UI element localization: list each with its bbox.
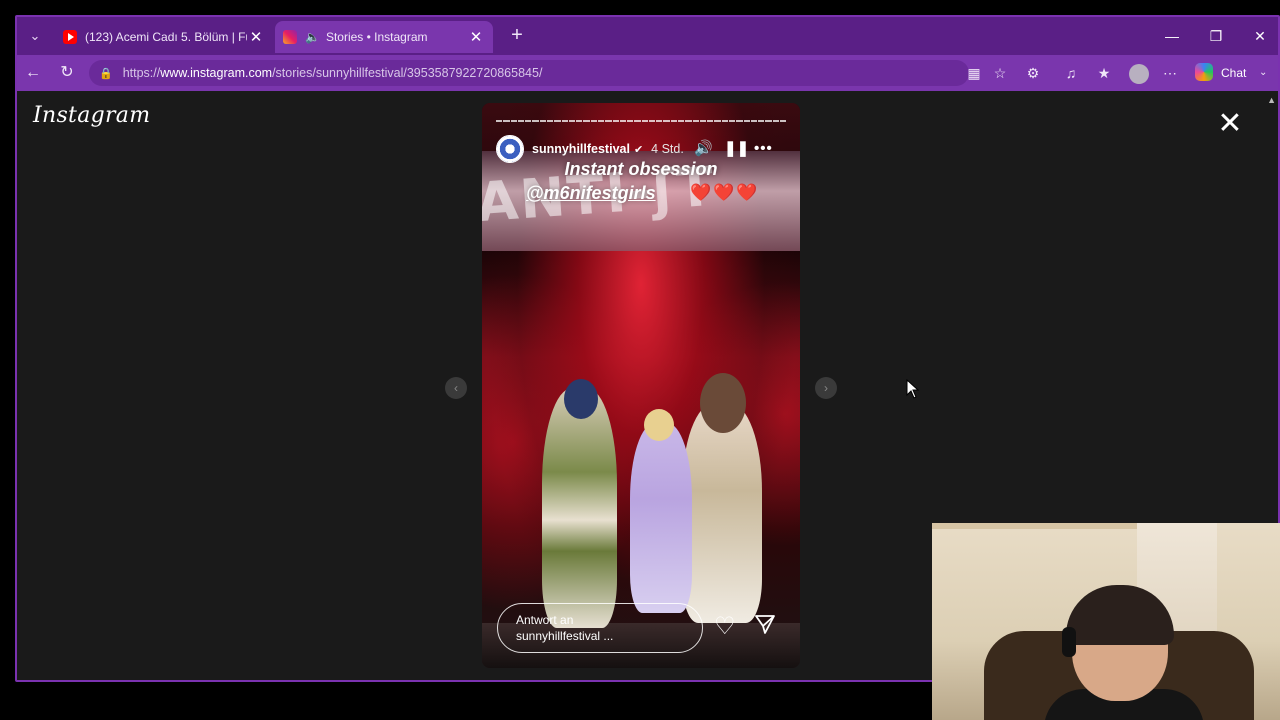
performer <box>682 403 762 623</box>
progress-segment <box>641 120 648 122</box>
progress-segment <box>692 120 699 122</box>
progress-segment <box>699 120 707 122</box>
address-bar[interactable]: 🔒 https://www.instagram.com/stories/sunn… <box>89 60 969 86</box>
progress-segment <box>503 120 510 122</box>
progress-segment <box>634 120 641 122</box>
story-timestamp: 4 Std. <box>651 142 684 156</box>
progress-segment <box>772 120 779 122</box>
back-arrow-icon[interactable]: ← <box>20 61 46 85</box>
progress-segment <box>721 120 728 122</box>
extensions-icon[interactable]: ⚙ <box>1022 62 1044 84</box>
story-mention[interactable]: @m6nifestgirls <box>526 183 656 204</box>
progress-segment <box>576 120 583 122</box>
close-story-icon[interactable]: ✕ <box>1215 109 1245 139</box>
progress-segment <box>648 120 656 122</box>
favorite-star-icon[interactable]: ☆ <box>989 62 1011 84</box>
progress-segment <box>758 120 765 122</box>
story-emoji: ❤️❤️❤️ <box>690 183 760 202</box>
progress-segment <box>561 120 568 122</box>
progress-segment <box>532 120 539 122</box>
tab-title: (123) Acemi Cadı 5. Bölüm | Full Bö <box>85 30 247 44</box>
reply-input[interactable]: Antwort an sunnyhillfestival ... <box>497 603 703 653</box>
heart-icon[interactable]: ♡ <box>714 614 736 640</box>
progress-segment <box>510 120 517 122</box>
progress-segment <box>619 120 627 122</box>
tab-youtube[interactable]: (123) Acemi Cadı 5. Bölüm | Full Bö ✕ <box>55 21 273 53</box>
progress-segment <box>627 120 634 122</box>
tab-actions-chevron-icon[interactable]: ⌄ <box>23 24 47 48</box>
progress-segment <box>743 120 750 122</box>
progress-segment <box>554 120 561 122</box>
youtube-icon <box>63 30 77 44</box>
progress-segment <box>568 120 576 122</box>
progress-segment <box>656 120 663 122</box>
progress-segment <box>496 120 503 122</box>
progress-segment <box>663 120 670 122</box>
app-install-icon[interactable]: ▦ <box>963 62 985 84</box>
tab-instagram[interactable]: 🔈 Stories • Instagram ✕ <box>275 21 493 53</box>
tab-title: Stories • Instagram <box>325 30 428 44</box>
minimize-icon[interactable]: — <box>1157 25 1187 47</box>
new-tab-button[interactable]: + <box>505 24 529 48</box>
favorites-icon[interactable]: ★ <box>1093 62 1115 84</box>
media-control-icon[interactable]: ♫ <box>1060 62 1082 84</box>
instagram-logo[interactable]: Instagram <box>33 103 150 128</box>
previous-story-icon[interactable]: ‹ <box>445 377 467 399</box>
progress-segment <box>765 120 772 122</box>
performer <box>630 423 692 613</box>
progress-segment <box>714 120 721 122</box>
send-icon[interactable] <box>754 613 776 641</box>
progress-segment <box>525 120 532 122</box>
screen: ⌄ (123) Acemi Cadı 5. Bölüm | Full Bö ✕ … <box>0 0 1280 720</box>
story-username[interactable]: sunnyhillfestival <box>532 142 630 156</box>
performer <box>542 388 617 628</box>
copilot-icon[interactable] <box>1195 63 1213 81</box>
close-window-icon[interactable]: ✕ <box>1245 25 1275 47</box>
close-tab-icon[interactable]: ✕ <box>467 28 485 46</box>
reply-placeholder: sunnyhillfestival ... <box>516 629 614 643</box>
lock-icon[interactable]: 🔒 <box>99 67 113 80</box>
headset-icon <box>1062 627 1076 657</box>
progress-segment <box>597 120 605 122</box>
story-progress-bar <box>496 120 787 122</box>
progress-segment <box>779 120 787 122</box>
instagram-icon <box>283 30 297 44</box>
progress-segment <box>539 120 546 122</box>
speaker-icon[interactable]: 🔈 <box>305 30 320 44</box>
more-options-icon[interactable]: ⋯ <box>1159 62 1181 84</box>
verified-badge-icon: ✔ <box>633 143 644 156</box>
chevron-down-icon[interactable]: ⌄ <box>1259 64 1267 82</box>
progress-segment <box>750 120 758 122</box>
progress-segment <box>546 120 554 122</box>
progress-segment <box>517 120 525 122</box>
progress-segment <box>685 120 692 122</box>
progress-segment <box>605 120 612 122</box>
progress-segment <box>612 120 619 122</box>
progress-segment <box>590 120 597 122</box>
performer-head <box>644 409 674 441</box>
next-story-icon[interactable]: › <box>815 377 837 399</box>
close-tab-icon[interactable]: ✕ <box>247 28 265 46</box>
reload-icon[interactable]: ↻ <box>54 61 80 85</box>
toolbar: ← ↻ 🔒 https://www.instagram.com/stories/… <box>17 55 1278 91</box>
story-viewer[interactable]: ANTI-ʃT sunnyhillfestival ✔ 4 Std. 🔊 ❚❚ … <box>482 103 800 668</box>
webcam-overlay <box>932 523 1280 720</box>
profile-avatar-icon[interactable] <box>1129 64 1149 84</box>
performer-head <box>564 379 598 419</box>
story-caption: Instant obsession <box>564 159 718 179</box>
url-text[interactable]: https://www.instagram.com/stories/sunnyh… <box>123 66 543 80</box>
reply-placeholder: Antwort an <box>516 613 574 627</box>
scrollbar-up-icon[interactable]: ▲ <box>1267 95 1276 105</box>
progress-segment <box>670 120 678 122</box>
restore-icon[interactable]: ❐ <box>1201 25 1231 47</box>
chat-button[interactable]: Chat <box>1221 64 1246 82</box>
progress-segment <box>583 120 590 122</box>
progress-segment <box>678 120 685 122</box>
progress-segment <box>729 120 736 122</box>
progress-segment <box>707 120 714 122</box>
tab-bar: ⌄ (123) Acemi Cadı 5. Bölüm | Full Bö ✕ … <box>17 17 1278 55</box>
performer-head <box>700 373 746 433</box>
progress-segment <box>736 120 743 122</box>
